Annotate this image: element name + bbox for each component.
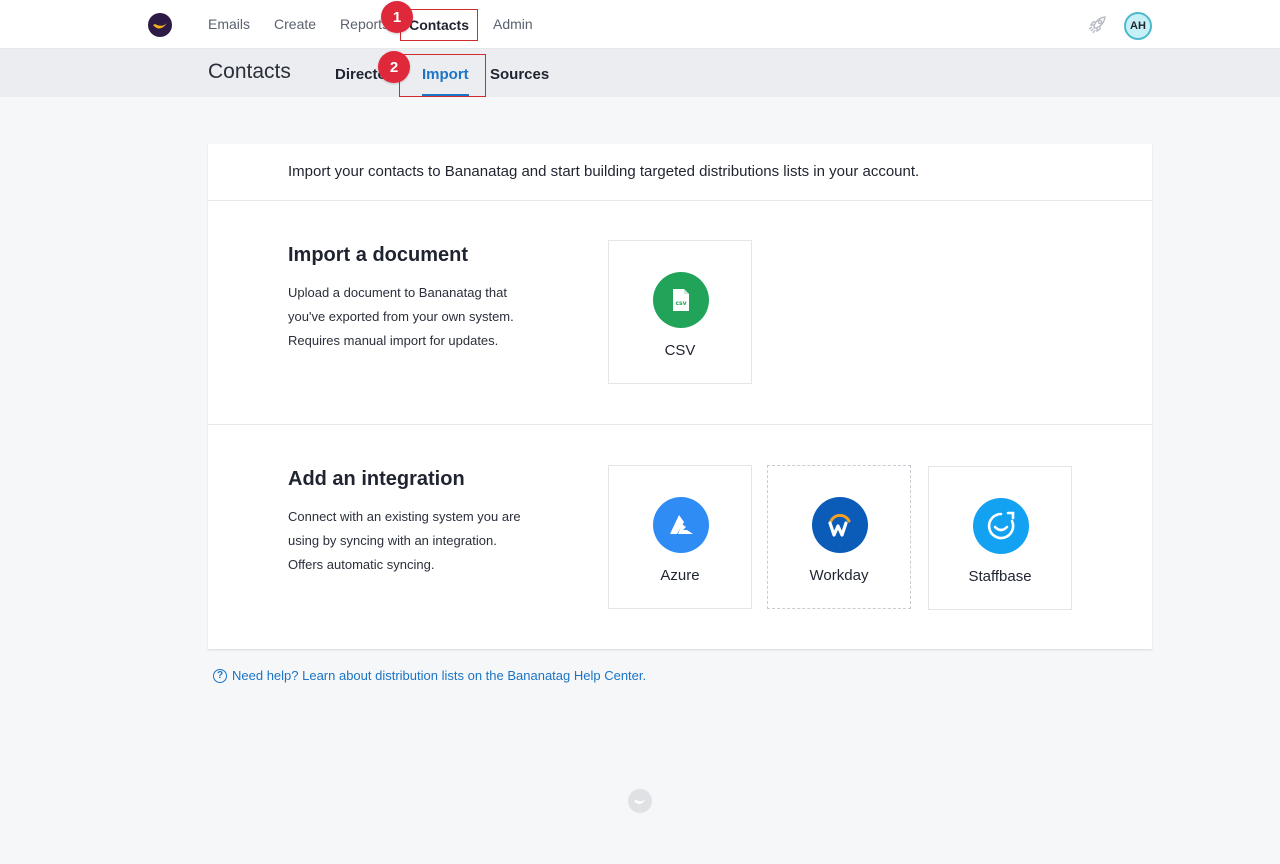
nav-emails[interactable]: Emails [208, 0, 250, 49]
csv-file-badge: csv [675, 300, 686, 307]
page-title: Contacts [208, 60, 291, 83]
nav-create[interactable]: Create [274, 0, 316, 49]
help-link-row: ? Need help? Learn about distribution li… [213, 668, 646, 683]
workday-icon [812, 497, 868, 553]
footer-logo-icon [628, 789, 652, 813]
tile-label: CSV [664, 342, 696, 359]
section-title: Add an integration [288, 468, 465, 490]
nav-reports[interactable]: Reports [340, 0, 389, 49]
tile-label: Workday [809, 567, 869, 584]
staffbase-tile[interactable]: Staffbase [928, 466, 1072, 610]
sub-navigation: Contacts Directory Import Sources [0, 49, 1280, 97]
user-avatar[interactable]: AH [1124, 12, 1152, 40]
azure-tile[interactable]: Azure [608, 465, 752, 609]
import-card: Import your contacts to Bananatag and st… [208, 144, 1152, 649]
tile-label: Staffbase [968, 568, 1032, 585]
annotation-badge-1: 1 [381, 1, 413, 33]
nav-admin[interactable]: Admin [493, 0, 533, 49]
import-document-section: Import a document Upload a document to B… [208, 201, 1152, 425]
tab-sources[interactable]: Sources [490, 49, 549, 97]
top-navigation: Emails Create Reports Contacts Admin AH [0, 0, 1280, 49]
help-circle-icon: ? [213, 668, 227, 683]
staffbase-icon [973, 498, 1029, 554]
intro-text: Import your contacts to Bananatag and st… [208, 144, 1152, 201]
section-title: Import a document [288, 244, 469, 266]
rocket-icon[interactable] [1086, 14, 1108, 36]
section-description: Connect with an existing system you are … [288, 509, 521, 572]
bananatag-logo-icon[interactable] [148, 13, 172, 37]
tile-label: Azure [660, 567, 700, 584]
section-description: Upload a document to Bananatag that you'… [288, 285, 514, 348]
csv-file-icon: csv [653, 272, 709, 328]
tab-import[interactable]: Import [422, 49, 469, 97]
annotation-badge-2: 2 [378, 51, 410, 83]
workday-tile[interactable]: Workday [767, 465, 911, 609]
csv-tile[interactable]: csv CSV [608, 240, 752, 384]
help-center-link[interactable]: Need help? Learn about distribution list… [232, 668, 646, 683]
add-integration-section: Add an integration Connect with an exist… [208, 425, 1152, 649]
azure-icon [653, 497, 709, 553]
